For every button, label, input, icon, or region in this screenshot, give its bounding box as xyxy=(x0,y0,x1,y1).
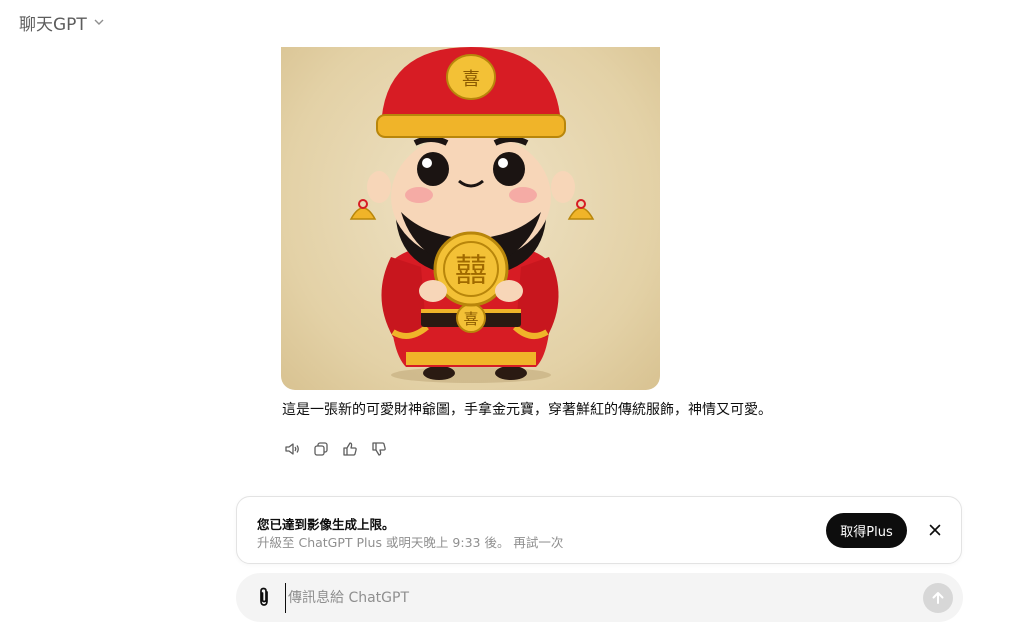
composer xyxy=(236,573,963,622)
get-plus-button[interactable]: 取得Plus xyxy=(826,513,907,548)
thumbs-down-icon xyxy=(371,441,386,456)
message-actions xyxy=(282,439,388,458)
bad-response-button[interactable] xyxy=(369,439,388,458)
send-button[interactable] xyxy=(923,583,953,613)
svg-text:喜: 喜 xyxy=(462,69,480,90)
read-aloud-button[interactable] xyxy=(282,439,301,458)
banner-subtitle: 升級至 ChatGPT Plus 或明天晚上 9:33 後。 再試一次 xyxy=(257,535,564,550)
chevron-down-icon xyxy=(94,19,104,25)
thumbs-up-icon xyxy=(342,441,357,456)
image-limit-banner: 您已達到影像生成上限。 升級至 ChatGPT Plus 或明天晚上 9:33 … xyxy=(236,496,962,564)
arrow-up-icon xyxy=(932,592,944,604)
model-name: 聊天GPT xyxy=(19,14,87,35)
banner-title: 您已達到影像生成上限。 xyxy=(257,517,395,532)
banner-close-button[interactable] xyxy=(926,521,944,539)
speaker-icon xyxy=(284,442,299,455)
assistant-message-text: 這是一張新的可愛財神爺圖，手拿金元寶，穿著鮮紅的傳統服飾，神情又可愛。 xyxy=(282,402,772,418)
copy-icon xyxy=(313,441,328,456)
god-of-wealth-illustration: 喜 喜 囍 xyxy=(349,47,595,383)
good-response-button[interactable] xyxy=(340,439,359,458)
close-icon xyxy=(929,524,941,536)
generated-image[interactable]: 喜 喜 囍 xyxy=(281,47,660,390)
svg-text:囍: 囍 xyxy=(455,251,487,289)
copy-button[interactable] xyxy=(311,439,330,458)
model-switcher[interactable]: 聊天GPT xyxy=(19,10,105,35)
attach-button[interactable] xyxy=(253,586,275,608)
svg-text:喜: 喜 xyxy=(463,310,478,328)
paperclip-icon xyxy=(260,587,268,606)
message-input[interactable] xyxy=(285,583,910,613)
